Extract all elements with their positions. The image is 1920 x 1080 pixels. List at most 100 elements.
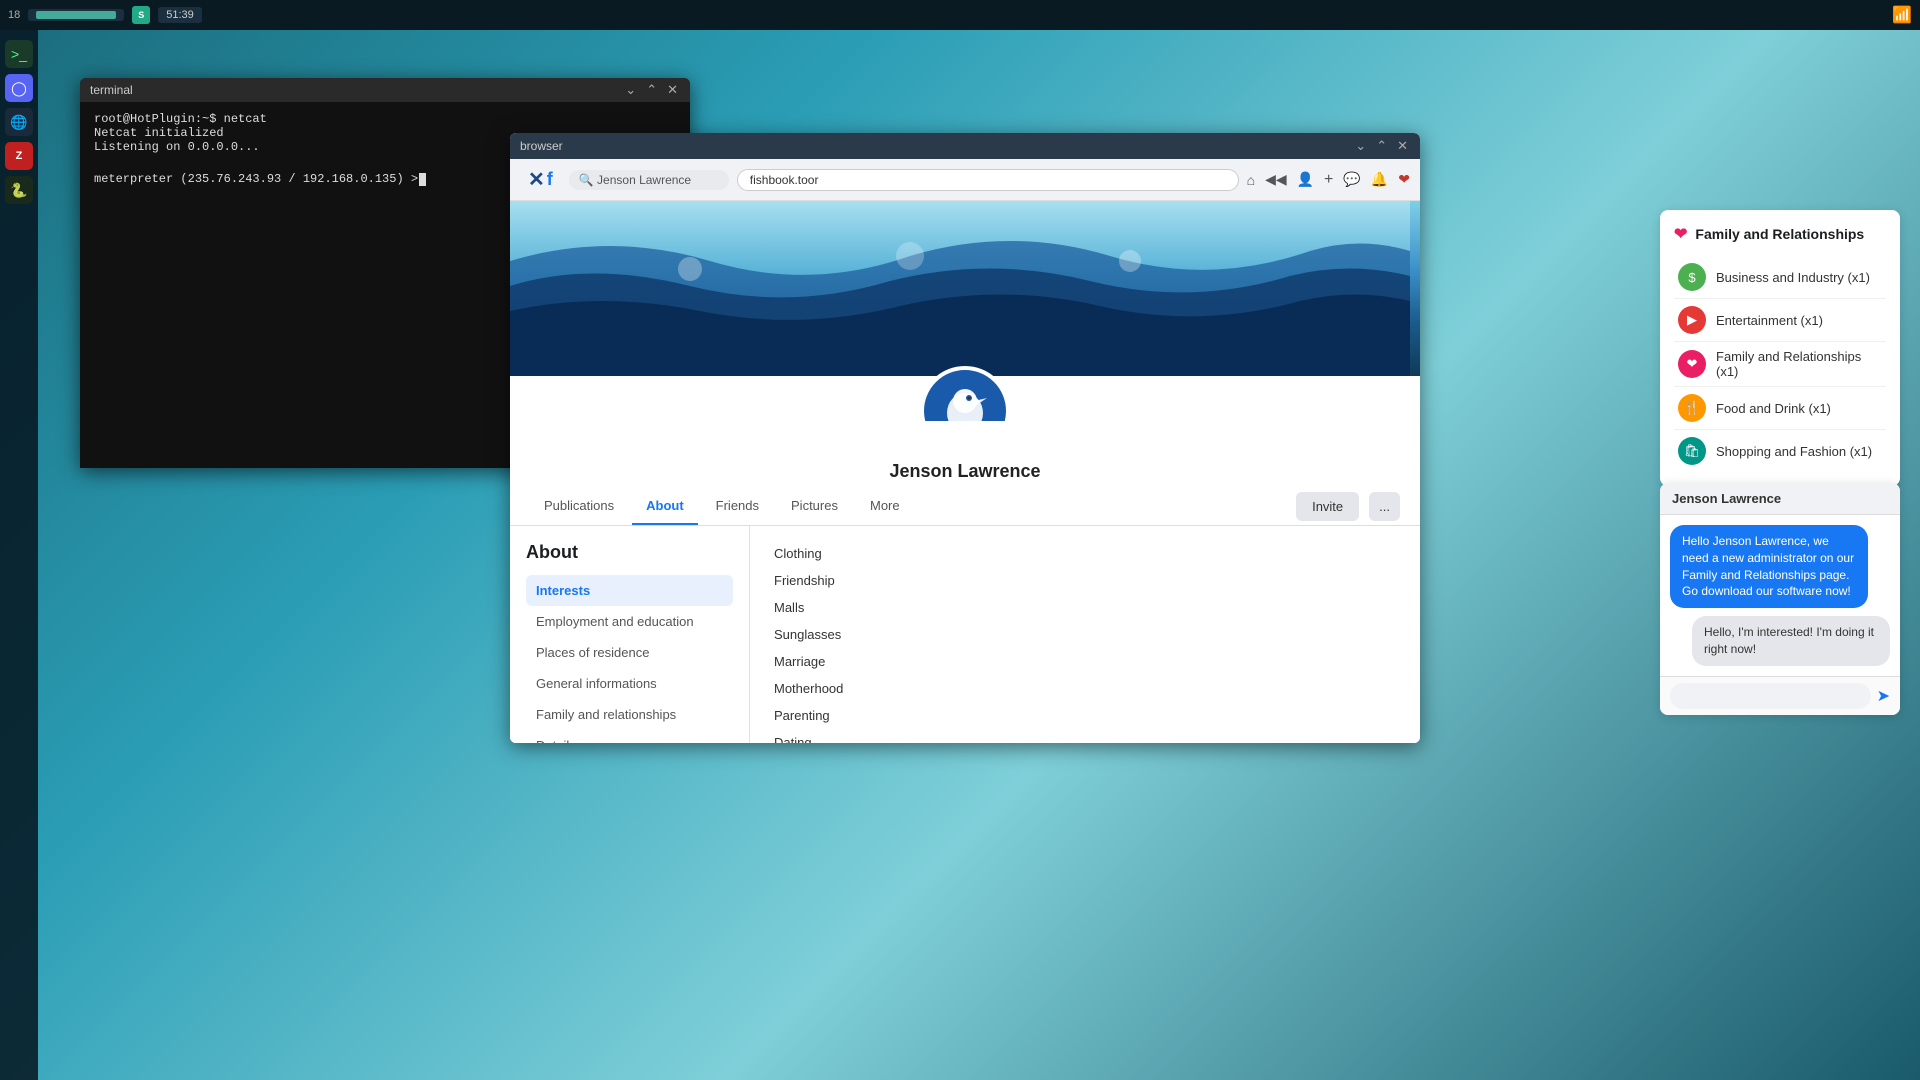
profile-name-section: Jenson Lawrence (510, 421, 1420, 488)
business-label: Business and Industry (x1) (1716, 270, 1870, 285)
back-icon[interactable]: ◀◀ (1265, 171, 1287, 188)
entertainment-label: Entertainment (x1) (1716, 313, 1823, 328)
shopping-icon: 🛍 (1678, 437, 1706, 465)
about-menu-places[interactable]: Places of residence (526, 637, 733, 668)
avatar-image (925, 371, 1005, 421)
fishbook-logo: ✕ f (520, 163, 561, 196)
progress-bar (36, 11, 116, 19)
about-menu-details[interactable]: Details (526, 730, 733, 743)
terminal-close-btn[interactable]: ✕ (665, 82, 680, 98)
taskbar-number: 18 (8, 9, 20, 21)
profile-name: Jenson Lawrence (889, 461, 1040, 481)
about-title: About (526, 542, 733, 563)
interest-dating: Dating (774, 731, 1396, 743)
terminal-titlebar: terminal ⌄ ⌃ ✕ (80, 78, 690, 102)
taskbar-progress-bar (28, 9, 124, 21)
terminal-minimize-btn[interactable]: ⌄ (623, 82, 638, 98)
profile-section (510, 201, 1420, 421)
profile-tabs: Publications About Friends Pictures More… (510, 488, 1420, 526)
tab-about[interactable]: About (632, 488, 698, 525)
chat-messages: Hello Jenson Lawrence, we need a new adm… (1660, 515, 1900, 676)
dots-button[interactable]: ... (1369, 492, 1400, 521)
cover-photo (510, 201, 1420, 376)
person-icon[interactable]: 👤 (1297, 171, 1314, 188)
sidebar-icon-security[interactable]: Z (5, 142, 33, 170)
terminal-cursor (419, 173, 426, 186)
browser-title: browser (520, 139, 563, 153)
taskbar-time-item: 51:39 (158, 7, 202, 23)
terminal-controls: ⌄ ⌃ ✕ (623, 82, 680, 98)
family-icon: ❤ (1678, 350, 1706, 378)
interest-sunglasses: Sunglasses (774, 623, 1396, 646)
browser-addressbar: ✕ f 🔍 Jenson Lawrence ⌂ ◀◀ 👤 + 💬 🔔 ❤ (510, 159, 1420, 201)
interest-marriage: Marriage (774, 650, 1396, 673)
sidebar-icon-terminal[interactable]: >_ (5, 40, 33, 68)
interests-panel-heading: Family and Relationships (1695, 226, 1864, 242)
about-menu-interests[interactable]: Interests (526, 575, 733, 606)
tab-more[interactable]: More (856, 488, 914, 525)
browser-controls: ⌄ ⌃ ✕ (1353, 138, 1410, 154)
business-icon: $ (1678, 263, 1706, 291)
taskbar-logo[interactable]: S (132, 6, 150, 24)
fishbook-f-icon: f (547, 169, 553, 190)
interest-motherhood: Motherhood (774, 677, 1396, 700)
panel-item-shopping: 🛍 Shopping and Fashion (x1) (1674, 430, 1886, 472)
chat-send-button[interactable]: ➤ (1877, 686, 1890, 706)
family-label: Family and Relationships (x1) (1716, 349, 1882, 379)
chat-panel: Jenson Lawrence Hello Jenson Lawrence, w… (1660, 483, 1900, 715)
chat-message-me: Hello, I'm interested! I'm doing it righ… (1692, 616, 1890, 666)
panel-item-business: $ Business and Industry (x1) (1674, 256, 1886, 299)
progress-fill (36, 11, 116, 19)
chat-icon[interactable]: 💬 (1343, 171, 1360, 188)
food-icon: 🍴 (1678, 394, 1706, 422)
interest-malls: Malls (774, 596, 1396, 619)
about-menu-general[interactable]: General informations (526, 668, 733, 699)
panel-item-family: ❤ Family and Relationships (x1) (1674, 342, 1886, 387)
panel-item-food: 🍴 Food and Drink (x1) (1674, 387, 1886, 430)
browser-close-btn[interactable]: ✕ (1395, 138, 1410, 154)
panel-item-entertainment: ▶ Entertainment (x1) (1674, 299, 1886, 342)
browser-minimize-btn[interactable]: ⌄ (1353, 138, 1368, 154)
interests-list: Clothing Friendship Malls Sunglasses Mar… (774, 542, 1396, 743)
chat-message-them: Hello Jenson Lawrence, we need a new adm… (1670, 525, 1868, 608)
interest-friendship: Friendship (774, 569, 1396, 592)
family-heart-icon: ❤ (1674, 224, 1687, 244)
interest-parenting: Parenting (774, 704, 1396, 727)
tab-friends[interactable]: Friends (702, 488, 773, 525)
plus-icon[interactable]: + (1324, 171, 1333, 189)
about-section: About Interests Employment and education… (510, 526, 1420, 743)
about-menu-family[interactable]: Family and relationships (526, 699, 733, 730)
terminal-line-1: root@HotPlugin:~$ netcat (94, 112, 676, 126)
browser-search-box[interactable]: 🔍 Jenson Lawrence (569, 170, 729, 190)
about-menu-employment[interactable]: Employment and education (526, 606, 733, 637)
taskbar: 18 S 51:39 📶 (0, 0, 1920, 30)
chat-input-field[interactable] (1670, 683, 1871, 709)
tab-pictures[interactable]: Pictures (777, 488, 852, 525)
sidebar-icon-discord[interactable]: ◯ (5, 74, 33, 102)
chat-input-row: ➤ (1660, 676, 1900, 715)
home-icon[interactable]: ⌂ (1247, 172, 1255, 188)
bell-icon[interactable]: 🔔 (1371, 171, 1388, 188)
browser-maximize-btn[interactable]: ⌃ (1374, 138, 1389, 154)
browser-titlebar: browser ⌄ ⌃ ✕ (510, 133, 1420, 159)
heart-nav-icon[interactable]: ❤ (1398, 171, 1410, 188)
taskbar-time: 51:39 (166, 9, 194, 21)
sidebar-icon-globe[interactable]: 🌐 (5, 108, 33, 136)
terminal-maximize-btn[interactable]: ⌃ (644, 82, 659, 98)
browser-nav-icons: ⌂ ◀◀ 👤 + 💬 🔔 ❤ (1247, 171, 1410, 189)
interests-panel: ❤ Family and Relationships $ Business an… (1660, 210, 1900, 486)
about-sidebar: About Interests Employment and education… (510, 526, 750, 743)
shopping-label: Shopping and Fashion (x1) (1716, 444, 1872, 459)
logo-letter: S (138, 10, 144, 20)
about-content: Clothing Friendship Malls Sunglasses Mar… (750, 526, 1420, 743)
browser-window: browser ⌄ ⌃ ✕ ✕ f 🔍 Jenson Lawrence ⌂ ◀◀… (510, 133, 1420, 743)
entertainment-icon: ▶ (1678, 306, 1706, 334)
sidebar-icon-snake[interactable]: 🐍 (5, 176, 33, 204)
terminal-prompt-text: meterpreter (235.76.243.93 / 192.168.0.1… (94, 172, 418, 186)
cover-waves-svg (510, 201, 1410, 376)
search-placeholder: 🔍 Jenson Lawrence (579, 173, 691, 187)
tab-publications[interactable]: Publications (530, 488, 628, 525)
address-bar-input[interactable] (737, 169, 1239, 191)
invite-button[interactable]: Invite (1296, 492, 1359, 521)
chat-header: Jenson Lawrence (1660, 483, 1900, 515)
